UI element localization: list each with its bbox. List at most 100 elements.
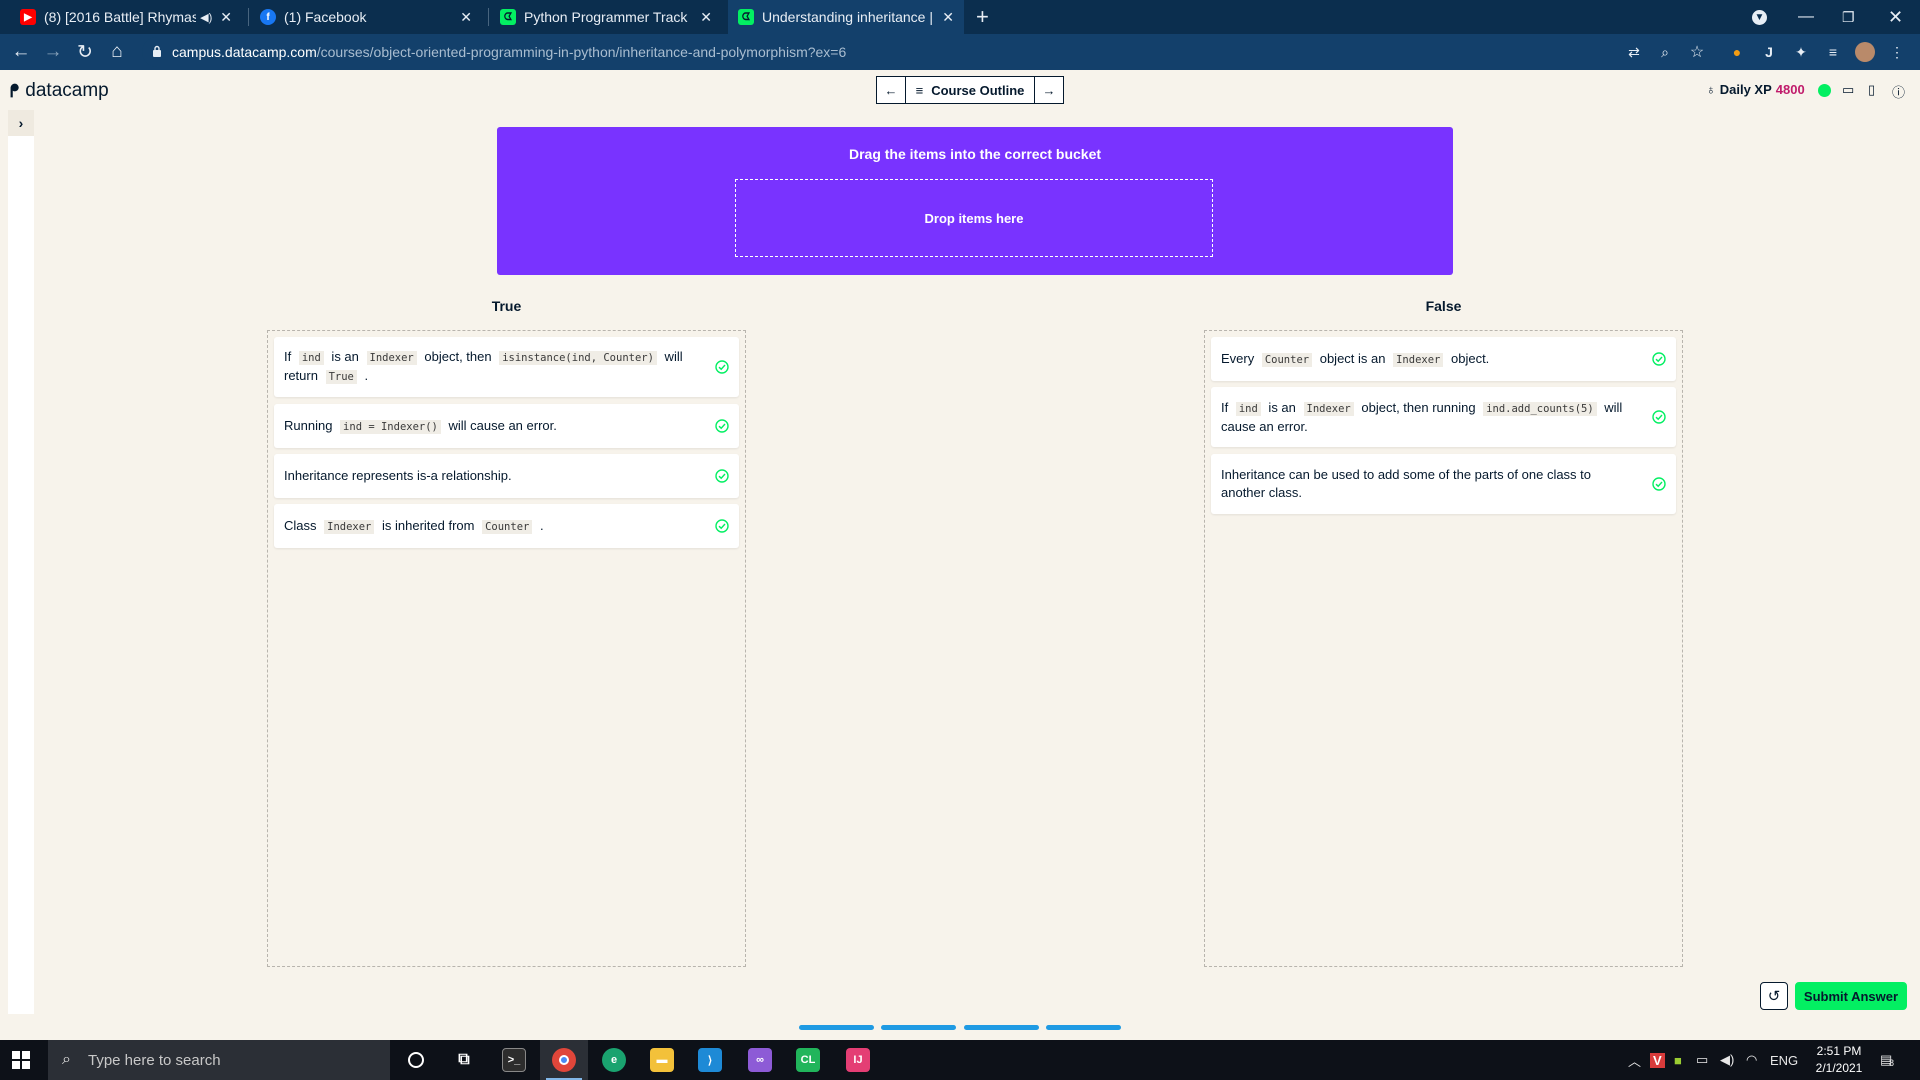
daily-xp-label: Daily XP (1719, 82, 1772, 97)
expand-sidebar-icon[interactable]: › (8, 110, 34, 136)
clion-app-icon[interactable]: CL (784, 1040, 832, 1080)
draggable-card[interactable]: Class Indexer is inherited from Counter … (274, 504, 739, 548)
search-icon: ⌕ (62, 1051, 71, 1068)
profile-avatar[interactable] (1855, 42, 1875, 62)
draggable-card[interactable]: If ind is an Indexer object, then isinst… (274, 337, 739, 397)
close-tab-icon[interactable]: ✕ (460, 9, 472, 26)
draggable-card[interactable]: Every Counter object is an Indexer objec… (1211, 337, 1676, 381)
draggable-card[interactable]: Inheritance can be used to add some of t… (1211, 454, 1676, 514)
browser-tab-understanding-inheritance[interactable]: ᗧ Understanding inheritance | Pyth ✕ (728, 0, 964, 34)
terminal-app-icon[interactable]: >_ (490, 1040, 538, 1080)
wifi-icon[interactable]: ◠ (1746, 1040, 1757, 1080)
extensions-puzzle-icon[interactable]: ✦ (1791, 42, 1811, 62)
windows-taskbar: ⌕ Type here to search ⧉ >_ e ▬ ⟩ ∞ CL IJ… (0, 1040, 1920, 1080)
draggable-card[interactable]: If ind is an Indexer object, then runnin… (1211, 387, 1676, 447)
progress-segment[interactable] (881, 1025, 956, 1030)
video-icon[interactable]: ▭ (1842, 82, 1854, 98)
browser-tab-python-track[interactable]: ᗧ Python Programmer Track | Datac ✕ (490, 0, 722, 34)
reload-icon[interactable]: ↻ (73, 40, 97, 64)
tab-search-icon[interactable]: ▼ (1752, 0, 1767, 34)
url-path: /courses/object-oriented-programming-in-… (316, 44, 847, 60)
show-hidden-icons-icon[interactable]: ︿ (1628, 1040, 1641, 1080)
new-tab-icon[interactable]: + (976, 4, 989, 30)
check-circle-icon (1652, 352, 1666, 366)
close-window-icon[interactable]: ✕ (1888, 0, 1903, 34)
address-bar[interactable]: campus.datacamp.com/courses/object-orien… (142, 37, 1700, 67)
home-icon[interactable]: ⌂ (105, 40, 129, 64)
task-view-icon[interactable]: ⧉ (440, 1040, 488, 1080)
card-text: Running ind = Indexer() will cause an er… (284, 417, 557, 436)
check-circle-icon (715, 360, 729, 374)
submit-answer-button[interactable]: Submit Answer (1795, 982, 1907, 1010)
windows-start-icon[interactable] (12, 1051, 30, 1069)
bucket-false[interactable]: Every Counter object is an Indexer objec… (1204, 330, 1683, 967)
speaker-icon[interactable]: ◀) (200, 11, 212, 24)
status-indicator-icon (1818, 84, 1831, 97)
tab-title: Understanding inheritance | Pyth (762, 9, 934, 25)
visual-studio-app-icon[interactable]: ∞ (736, 1040, 784, 1080)
file-explorer-app-icon[interactable]: ▬ (638, 1040, 686, 1080)
card-code: Indexer (1303, 401, 1354, 416)
card-text: If ind is an Indexer object, then isinst… (284, 348, 697, 386)
restore-icon[interactable]: ❐ (1842, 0, 1855, 34)
draggable-card[interactable]: Inheritance represents is-a relationship… (274, 454, 739, 498)
card-text: Every Counter object is an Indexer objec… (1221, 350, 1489, 369)
check-circle-icon (715, 419, 729, 433)
info-icon[interactable]: ⓘ (1892, 82, 1905, 101)
card-code: Indexer (1393, 352, 1444, 367)
browser-menu-icon[interactable]: ⋮ (1887, 42, 1907, 62)
slides-icon[interactable]: ▯ (1868, 82, 1875, 98)
cortana-icon[interactable] (392, 1040, 440, 1080)
minimize-icon[interactable]: — (1798, 0, 1814, 34)
back-icon[interactable]: ← (9, 40, 33, 64)
card-code: ind (1235, 401, 1261, 416)
media-queue-icon[interactable]: ≡ (1823, 42, 1843, 62)
facebook-icon: f (260, 9, 276, 25)
close-tab-icon[interactable]: ✕ (942, 9, 954, 26)
card-text-segment: object, then (420, 349, 496, 364)
card-code: Indexer (366, 351, 417, 365)
language-indicator[interactable]: ENG (1770, 1040, 1798, 1080)
search-placeholder: Type here to search (88, 1051, 221, 1069)
forward-icon[interactable]: → (41, 40, 65, 64)
extension-icon[interactable]: ● (1727, 42, 1747, 62)
tray-app-icon[interactable]: V (1650, 1040, 1665, 1080)
previous-exercise-button[interactable]: ← (876, 76, 906, 104)
bucket-true[interactable]: If ind is an Indexer object, then isinst… (267, 330, 746, 967)
drop-zone[interactable]: Drop items here (735, 179, 1213, 257)
card-text-segment: . (360, 368, 369, 383)
translate-icon[interactable]: ⇄ (1624, 42, 1644, 62)
clock-date: 2/1/2021 (1815, 1061, 1863, 1075)
card-text-segment: . (536, 517, 544, 533)
browser-tab-youtube[interactable]: ▶ (8) [2016 Battle] Rhymastic v ◀) ✕ (10, 0, 242, 34)
draggable-card[interactable]: Running ind = Indexer() will cause an er… (274, 404, 739, 448)
card-text-segment: Every (1221, 350, 1258, 366)
browser-tab-facebook[interactable]: f (1) Facebook ✕ (250, 0, 482, 34)
progress-segment[interactable] (964, 1025, 1039, 1030)
intellij-app-icon[interactable]: IJ (834, 1040, 882, 1080)
course-outline-button[interactable]: ≡ Course Outline (906, 76, 1034, 104)
notification-center-icon[interactable]: ▤ 8 (1880, 1040, 1894, 1080)
close-tab-icon[interactable]: ✕ (220, 9, 232, 26)
datacamp-icon: ᗧ (738, 9, 754, 25)
chrome-app-icon[interactable] (540, 1040, 588, 1080)
next-exercise-button[interactable]: → (1034, 76, 1064, 104)
browser-tab-strip: ▶ (8) [2016 Battle] Rhymastic v ◀) ✕ f (… (0, 0, 1920, 34)
tray-app-icon[interactable]: ■ (1674, 1040, 1682, 1080)
volume-icon[interactable]: ◀) (1720, 1040, 1734, 1080)
zoom-icon[interactable]: ⌕ (1655, 42, 1675, 62)
bookmark-star-icon[interactable]: ☆ (1687, 42, 1707, 62)
progress-segment[interactable] (799, 1025, 874, 1030)
reset-button[interactable]: ↺ (1760, 982, 1788, 1010)
vscode-app-icon[interactable]: ⟩ (686, 1040, 734, 1080)
card-code: ind = Indexer() (340, 419, 441, 434)
edge-dev-app-icon[interactable]: e (590, 1040, 638, 1080)
battery-icon[interactable]: ▭ (1696, 1040, 1708, 1080)
datacamp-logo[interactable]: ᖰ datacamp (10, 80, 109, 102)
progress-segment[interactable] (1046, 1025, 1121, 1030)
taskbar-clock[interactable]: 2:51 PM 2/1/2021 (1808, 1043, 1870, 1077)
extension-j-icon[interactable]: J (1759, 42, 1779, 62)
left-sidebar: › (8, 110, 34, 1014)
close-tab-icon[interactable]: ✕ (700, 9, 712, 26)
taskbar-search-input[interactable]: ⌕ Type here to search (48, 1040, 390, 1080)
